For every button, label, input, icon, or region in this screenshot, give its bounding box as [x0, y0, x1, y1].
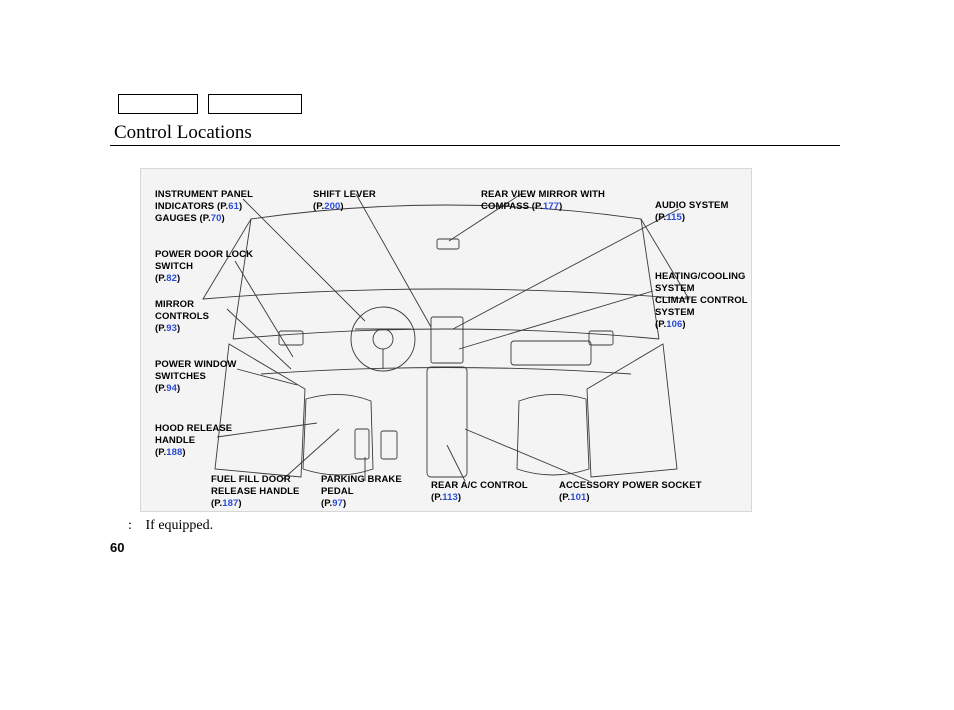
label-text: SWITCH: [155, 261, 193, 272]
label-text: INSTRUMENT PANEL: [155, 189, 253, 200]
label-text: SYSTEM: [655, 307, 695, 318]
label-audio-system: AUDIO SYSTEM (P.115): [655, 200, 729, 224]
label-text: POWER WINDOW: [155, 359, 236, 370]
page-link-70[interactable]: 70: [211, 213, 222, 224]
label-text: SYSTEM: [655, 283, 695, 294]
dashboard-figure: INSTRUMENT PANEL INDICATORS (P.61) GAUGE…: [140, 168, 752, 512]
label-text: HANDLE: [155, 435, 195, 446]
label-power-window: POWER WINDOW SWITCHES (P.94): [155, 359, 236, 395]
page-link-106[interactable]: 106: [666, 319, 682, 330]
label-parking-brake: PARKING BRAKE PEDAL (P.97): [321, 474, 402, 510]
page-link-177[interactable]: 177: [543, 201, 559, 212]
page-link-93[interactable]: 93: [166, 323, 177, 334]
label-text: CONTROLS: [155, 311, 209, 322]
page-link-115[interactable]: 115: [666, 212, 682, 223]
label-text: SWITCHES: [155, 371, 206, 382]
page-title: Control Locations: [114, 122, 252, 144]
footnote: : If equipped.: [128, 518, 213, 534]
page-link-113[interactable]: 113: [442, 492, 458, 503]
header-box-1: [118, 94, 198, 114]
label-accessory-socket: ACCESSORY POWER SOCKET (P.101): [559, 480, 702, 504]
page-link-101[interactable]: 101: [570, 492, 586, 503]
footnote-text: If equipped.: [146, 518, 214, 533]
label-instrument-panel: INSTRUMENT PANEL INDICATORS (P.61) GAUGE…: [155, 189, 253, 225]
label-text: REAR VIEW MIRROR WITH: [481, 189, 605, 200]
label-text: ACCESSORY POWER SOCKET: [559, 480, 702, 491]
label-text: POWER DOOR LOCK: [155, 249, 253, 260]
label-text: AUDIO SYSTEM: [655, 200, 729, 211]
page-link-61[interactable]: 61: [228, 201, 239, 212]
label-power-door-lock: POWER DOOR LOCK SWITCH (P.82): [155, 249, 253, 285]
label-text: REAR A/C CONTROL: [431, 480, 528, 491]
page-link-200[interactable]: 200: [324, 201, 340, 212]
label-hood-release: HOOD RELEASE HANDLE (P.188): [155, 423, 232, 459]
label-text: PEDAL: [321, 486, 354, 497]
label-text: FUEL FILL DOOR: [211, 474, 291, 485]
header-box-2: [208, 94, 302, 114]
label-text: HOOD RELEASE: [155, 423, 232, 434]
footnote-marker: :: [128, 518, 142, 534]
page-link-82[interactable]: 82: [166, 273, 177, 284]
page-link-187[interactable]: 187: [222, 498, 238, 509]
label-text: COMPASS: [481, 201, 529, 212]
label-text: RELEASE HANDLE: [211, 486, 300, 497]
page: Control Locations: [0, 0, 954, 710]
label-heating-cooling: HEATING/COOLING SYSTEM CLIMATE CONTROL S…: [655, 271, 748, 330]
page-number: 60: [110, 540, 124, 555]
label-text: HEATING/COOLING: [655, 271, 746, 282]
label-shift-lever: SHIFT LEVER (P.200): [313, 189, 376, 213]
page-link-97[interactable]: 97: [332, 498, 343, 509]
label-text: PARKING BRAKE: [321, 474, 402, 485]
title-rule: [110, 145, 840, 146]
page-link-94[interactable]: 94: [166, 383, 177, 394]
label-mirror-controls: MIRROR CONTROLS (P.93): [155, 299, 209, 335]
label-rear-view-mirror: REAR VIEW MIRROR WITH COMPASS (P.177): [481, 189, 605, 213]
label-rear-ac: REAR A/C CONTROL (P.113): [431, 480, 528, 504]
label-text: CLIMATE CONTROL: [655, 295, 748, 306]
label-text: SHIFT LEVER: [313, 189, 376, 200]
page-link-188[interactable]: 188: [166, 447, 182, 458]
label-fuel-fill: FUEL FILL DOOR RELEASE HANDLE (P.187): [211, 474, 300, 510]
label-text: MIRROR: [155, 299, 194, 310]
